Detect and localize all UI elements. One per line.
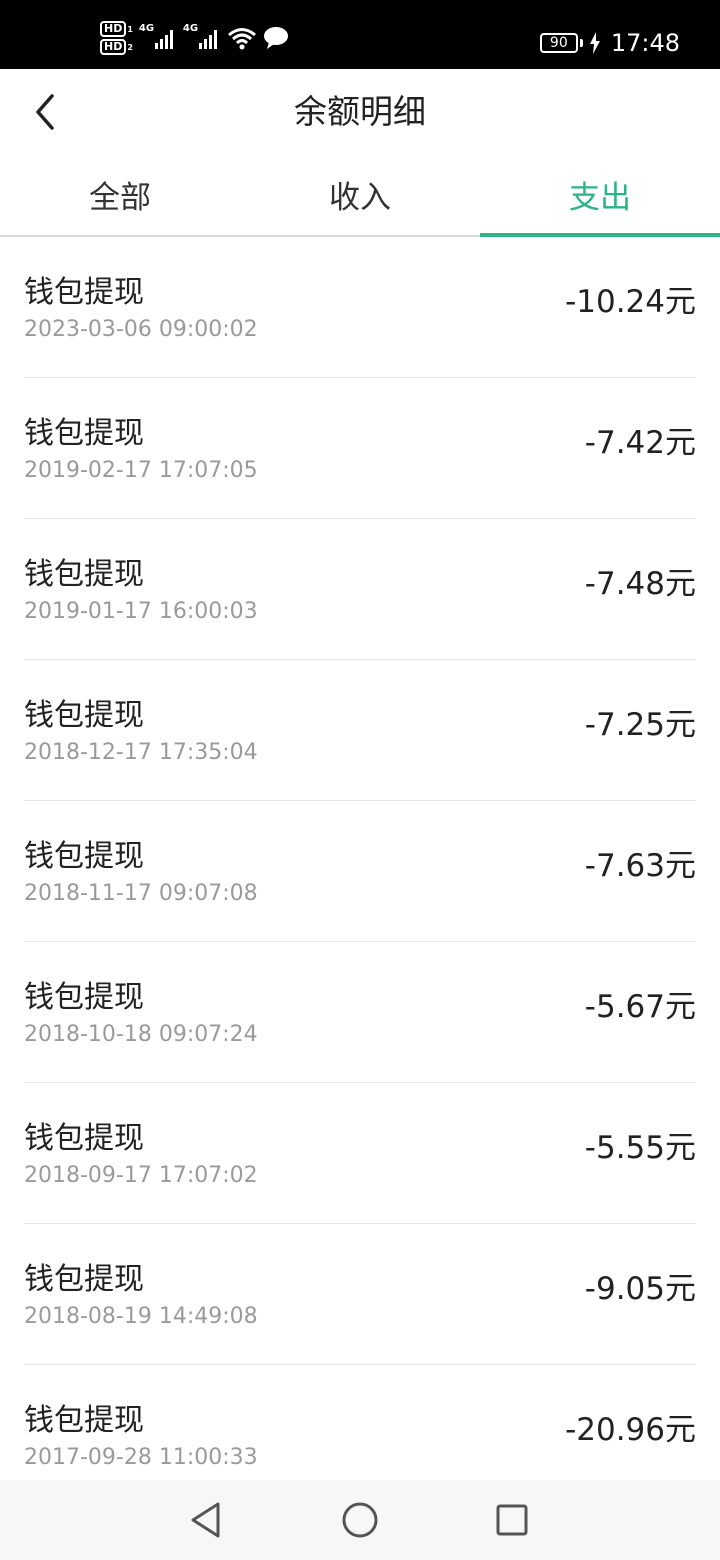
status-bar: HD 1 HD 2 4G 4G 90 17:48	[0, 0, 720, 69]
battery-icon: 90	[539, 33, 578, 53]
sim-number: 2	[127, 42, 133, 52]
tab-all[interactable]: 全部	[0, 157, 240, 235]
tab-bar: 全部 收入 支出	[0, 157, 720, 237]
record-amount: -10.24元	[565, 284, 696, 320]
message-icon	[263, 27, 288, 49]
record-list: 钱包提现 2023-03-06 09:00:02 -10.24元 钱包提现 20…	[0, 237, 720, 1506]
status-left: HD 1 HD 2 4G 4G	[100, 18, 289, 58]
record-amount: -7.42元	[584, 425, 696, 461]
tab-expense[interactable]: 支出	[480, 157, 720, 237]
battery-tip	[579, 39, 583, 47]
list-item[interactable]: 钱包提现 2018-08-19 14:49:08 -9.05元	[24, 1224, 696, 1365]
page-title: 余额明细	[294, 92, 426, 131]
record-amount: -9.05元	[584, 1271, 696, 1307]
record-time: 2018-12-17 17:35:04	[24, 740, 258, 765]
record-time: 2017-09-28 11:00:33	[24, 1445, 258, 1470]
signal-icon: 4G	[139, 23, 177, 53]
list-item[interactable]: 钱包提现 2018-10-18 09:07:24 -5.67元	[24, 942, 696, 1083]
hd-badge: HD	[100, 39, 127, 55]
record-title: 钱包提现	[24, 698, 144, 733]
record-time: 2019-01-17 16:00:03	[24, 599, 258, 624]
record-title: 钱包提现	[24, 980, 144, 1015]
network-type-label: 4G	[138, 23, 155, 34]
triangle-back-icon	[191, 1502, 220, 1538]
nav-back-button[interactable]	[184, 1498, 228, 1542]
list-item[interactable]: 钱包提现 2018-12-17 17:35:04 -7.25元	[24, 660, 696, 801]
record-title: 钱包提现	[24, 1403, 144, 1438]
record-amount: -7.63元	[584, 848, 696, 884]
record-title: 钱包提现	[24, 1262, 144, 1297]
charging-icon	[589, 32, 600, 54]
record-time: 2019-02-17 17:07:05	[24, 458, 258, 483]
record-title: 钱包提现	[24, 1121, 144, 1156]
record-amount: -20.96元	[565, 1412, 696, 1448]
record-title: 钱包提现	[24, 275, 144, 310]
signal-icon: 4G	[183, 23, 221, 53]
record-time: 2018-08-19 14:49:08	[24, 1304, 258, 1329]
tab-income[interactable]: 收入	[240, 157, 480, 235]
clock: 17:48	[610, 29, 680, 57]
sim-number: 1	[127, 24, 133, 34]
circle-home-icon	[342, 1502, 378, 1538]
list-item[interactable]: 钱包提现 2018-11-17 09:07:08 -7.63元	[24, 801, 696, 942]
list-item[interactable]: 钱包提现 2018-09-17 17:07:02 -5.55元	[24, 1083, 696, 1224]
hd-indicator-2: HD 2	[100, 39, 133, 55]
record-amount: -5.55元	[584, 1130, 696, 1166]
record-time: 2023-03-06 09:00:02	[24, 317, 258, 342]
status-right: 90 17:48	[539, 28, 680, 58]
network-type-label: 4G	[182, 23, 199, 34]
nav-recents-button[interactable]	[490, 1498, 534, 1542]
nav-home-button[interactable]	[338, 1498, 382, 1542]
list-item[interactable]: 钱包提现 2019-01-17 16:00:03 -7.48元	[24, 519, 696, 660]
hd-indicators: HD 1 HD 2	[100, 21, 133, 55]
record-time: 2018-09-17 17:07:02	[24, 1163, 258, 1188]
square-recents-icon	[496, 1504, 528, 1536]
record-time: 2018-10-18 09:07:24	[24, 1022, 258, 1047]
app-header: 余额明细	[0, 69, 720, 157]
record-title: 钱包提现	[24, 557, 144, 592]
record-amount: -7.48元	[584, 566, 696, 602]
record-amount: -5.67元	[584, 989, 696, 1025]
hd-badge: HD	[100, 21, 127, 37]
record-amount: -7.25元	[584, 707, 696, 743]
list-item[interactable]: 钱包提现 2023-03-06 09:00:02 -10.24元	[24, 237, 696, 378]
record-title: 钱包提现	[24, 839, 144, 874]
record-time: 2018-11-17 09:07:08	[24, 881, 258, 906]
list-item[interactable]: 钱包提现 2019-02-17 17:07:05 -7.42元	[24, 378, 696, 519]
hd-indicator-1: HD 1	[100, 21, 133, 37]
system-nav-bar	[0, 1480, 720, 1560]
record-title: 钱包提现	[24, 416, 144, 451]
wifi-icon	[227, 28, 256, 50]
